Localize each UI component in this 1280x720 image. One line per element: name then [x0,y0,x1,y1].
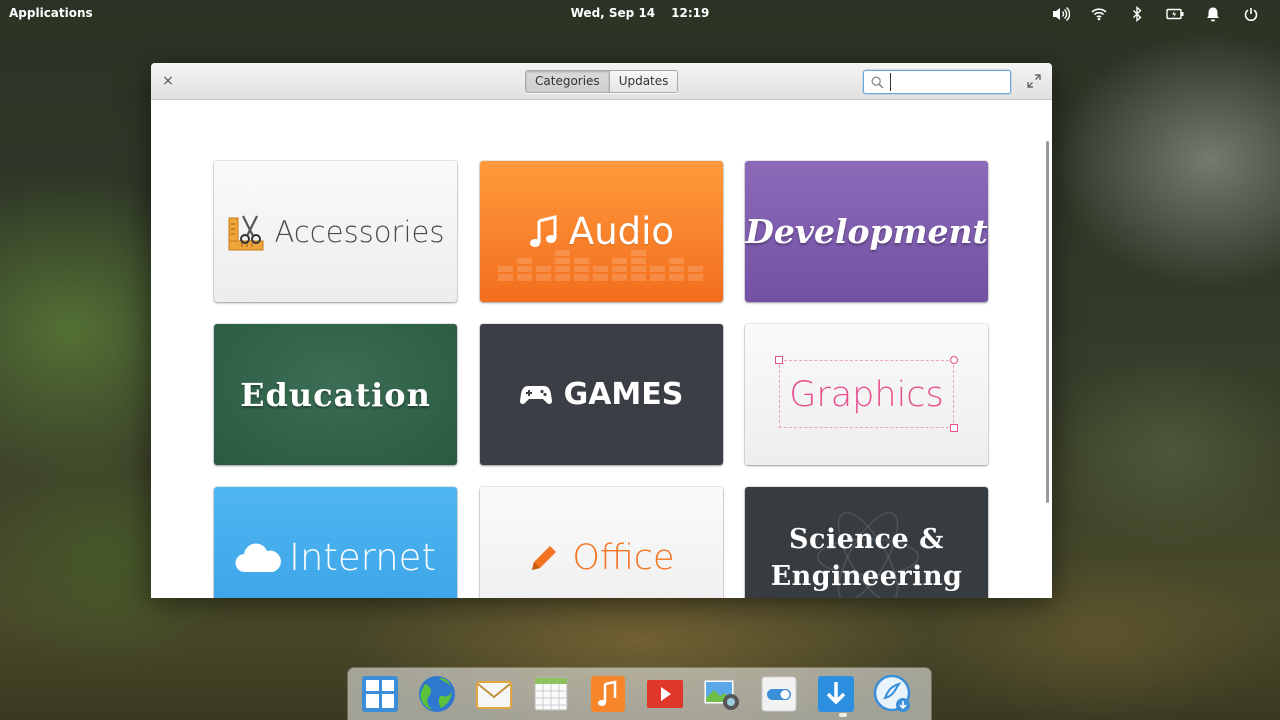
battery-icon[interactable] [1156,5,1194,23]
category-science-engineering[interactable]: Science & Engineering [745,487,988,598]
calendar-icon[interactable] [531,674,571,714]
category-accessories[interactable]: Accessories [214,161,457,302]
close-button[interactable]: × [160,73,176,89]
music-note-icon [529,214,557,247]
search-field[interactable] [863,70,1011,94]
videos-icon[interactable] [645,674,685,714]
category-label: Science & [789,523,944,555]
category-development[interactable]: Development [745,161,988,302]
cloud-icon [235,543,281,572]
category-games[interactable]: GAMES [480,324,723,465]
appcenter-window: × Categories Updates Accessories Audio D… [151,63,1052,598]
headerbar: × Categories Updates [151,63,1052,100]
notifications-icon[interactable] [1194,5,1232,23]
volume-icon[interactable] [1042,5,1080,23]
category-label: Audio [568,210,675,253]
category-education[interactable]: Education [214,324,457,465]
power-icon[interactable] [1232,5,1270,23]
equalizer-decoration [498,250,703,281]
view-switcher: Categories Updates [525,70,679,93]
selection-handle-icon [775,356,783,364]
top-panel: Applications Wed, Sep 14 12:19 [0,0,1280,28]
category-internet[interactable]: Internet [214,487,457,598]
category-label: Office [572,537,675,578]
tab-updates[interactable]: Updates [608,71,678,92]
category-label: Education [240,375,431,414]
settings-icon[interactable] [759,674,799,714]
web-browser-icon[interactable] [417,674,457,714]
indicators [1042,5,1270,23]
category-label: GAMES [563,377,684,412]
appcenter-icon[interactable] [816,674,856,714]
category-graphics[interactable]: Graphics [745,324,988,465]
running-indicator [839,713,847,717]
category-label: Development [745,212,988,251]
tab-categories[interactable]: Categories [526,71,609,92]
category-audio[interactable]: Audio [480,161,723,302]
search-icon [871,76,884,89]
selection-handle-icon [950,356,958,364]
gamepad-icon [519,385,552,404]
category-label: Internet [289,536,436,579]
category-label: Graphics [789,374,944,415]
updates-icon[interactable] [873,674,913,714]
pencil-icon [532,545,557,570]
wifi-icon[interactable] [1080,5,1118,23]
accessories-icon [228,215,264,250]
search-input[interactable] [890,73,1006,91]
music-icon[interactable] [588,674,628,714]
clock-time: 12:19 [671,6,710,20]
clock-date: Wed, Sep 14 [570,6,656,20]
scrollbar[interactable] [1046,141,1049,503]
categories-view: Accessories Audio Development Education … [151,101,1052,598]
photos-icon[interactable] [702,674,742,714]
category-label: Accessories [274,214,445,249]
category-office[interactable]: Office [480,487,723,598]
maximize-icon[interactable] [1027,74,1041,88]
category-label-line2: Engineering [770,560,963,592]
selection-handle-icon [950,424,958,432]
mail-icon[interactable] [474,674,514,714]
bluetooth-icon[interactable] [1118,5,1156,23]
multitasking-view-icon[interactable] [360,674,400,714]
